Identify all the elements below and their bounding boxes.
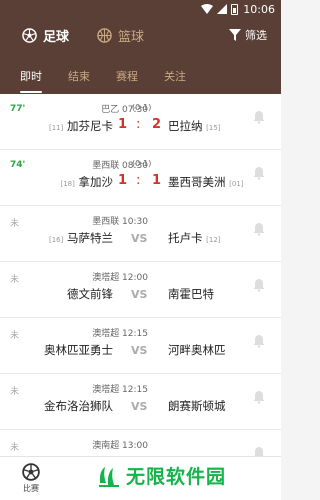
football-icon <box>22 463 40 481</box>
basketball-icon <box>97 27 112 43</box>
sport-label: 足球 <box>43 29 70 45</box>
away-team-name: 墨西哥美洲 <box>168 175 226 189</box>
bell-icon[interactable] <box>253 166 265 180</box>
home-team: [11] 加芬尼卡 <box>0 118 113 134</box>
match-row[interactable]: 未 澳塔超 12:15 金布洛治狮队 VS 朗赛斯顿城 <box>0 374 281 430</box>
watermark-logo-icon <box>99 466 119 487</box>
tab-followed[interactable]: 关注 <box>151 68 199 90</box>
match-row[interactable]: 77' 巴乙 07:30 (0-1) [11] 加芬尼卡 1 : 2 巴拉纳 [… <box>0 94 281 150</box>
nav-matches[interactable]: 比赛 <box>16 463 46 494</box>
away-score: 2 <box>152 117 162 132</box>
home-team-name: 马萨特兰 <box>67 231 113 245</box>
match-row[interactable]: 未 澳塔超 12:00 德文前锋 VS 南霍巴特 <box>0 262 281 318</box>
nav-label: 比赛 <box>23 484 39 493</box>
header: 10:06 足球 篮球 筛选 即时 结束 赛程 关注 <box>0 0 281 94</box>
sport-tab-football[interactable]: 足球 <box>22 26 69 45</box>
league-time: 墨西联 10:30 <box>92 217 148 227</box>
score-separator: : <box>136 117 141 132</box>
home-team: 德文前锋 <box>67 287 113 301</box>
home-team: [18] 拿加沙 <box>0 174 113 190</box>
away-score: 1 <box>152 173 162 188</box>
home-team: [16] 马萨特兰 <box>0 230 113 246</box>
match-row[interactable]: 74' 墨西联 08:30 (0-1) [18] 拿加沙 1 : 1 墨西哥美洲… <box>0 150 281 206</box>
home-score: 1 <box>118 117 128 132</box>
league-time: 澳塔超 12:15 <box>92 385 148 395</box>
sport-label: 篮球 <box>118 29 145 45</box>
watermark: 无限软件园 <box>96 462 226 489</box>
league-time: 巴乙 07:30 <box>101 105 148 115</box>
bell-icon[interactable] <box>253 222 265 236</box>
away-team-name: 巴拉纳 <box>168 119 203 133</box>
match-row[interactable]: 未 澳塔超 12:15 奥林匹亚勇士 VS 河畔奥林匹 <box>0 318 281 374</box>
away-team: 巴拉纳 [15] <box>168 118 221 134</box>
status-bar: 10:06 <box>0 0 281 18</box>
home-score: 1 <box>118 173 128 188</box>
sport-tab-basketball[interactable]: 篮球 <box>97 26 144 45</box>
home-rank: [11] <box>48 124 64 132</box>
half-time-score: (0-1) <box>132 159 152 168</box>
tab-schedule[interactable]: 赛程 <box>103 68 151 90</box>
bell-icon[interactable] <box>253 278 265 292</box>
tab-live[interactable]: 即时 <box>7 68 55 93</box>
bell-icon[interactable] <box>253 110 265 124</box>
football-icon <box>22 27 37 43</box>
versus-label: VS <box>131 344 148 357</box>
away-team-name: 托卢卡 <box>168 231 203 245</box>
score-separator: : <box>136 173 141 188</box>
league-time: 澳塔超 12:15 <box>92 329 148 339</box>
away-team: 托卢卡 [12] <box>168 230 221 246</box>
filter-icon <box>229 29 241 41</box>
versus-label: VS <box>131 400 148 413</box>
versus-label: VS <box>131 232 148 245</box>
match-tabs: 即时 结束 赛程 关注 <box>0 68 281 93</box>
away-team: 河畔奥林匹 <box>168 343 226 357</box>
away-team: 墨西哥美洲 [01] <box>168 174 244 190</box>
home-team: 金布洛治狮队 <box>44 399 113 413</box>
home-team-name: 加芬尼卡 <box>67 119 113 133</box>
home-team-name: 拿加沙 <box>78 175 114 189</box>
home-rank: [16] <box>48 236 64 244</box>
tab-finished[interactable]: 结束 <box>55 68 103 90</box>
bell-icon[interactable] <box>253 334 265 348</box>
league-time: 澳南超 13:00 <box>92 441 148 451</box>
watermark-text: 无限软件园 <box>126 466 227 488</box>
half-time-score: (0-1) <box>132 103 152 112</box>
home-rank: [18] <box>60 180 75 188</box>
away-team: 朗赛斯顿城 <box>168 399 226 413</box>
league-time: 澳塔超 12:00 <box>92 273 148 283</box>
filter-label: 筛选 <box>245 29 267 42</box>
away-rank: [12] <box>206 236 221 244</box>
battery-icon <box>231 3 239 15</box>
bell-icon[interactable] <box>253 390 265 404</box>
league-time: 墨西联 08:30 <box>92 161 148 171</box>
status-time: 10:06 <box>243 2 275 16</box>
signal-icon <box>217 4 228 14</box>
home-team: 奥林匹亚勇士 <box>44 343 113 357</box>
away-rank: [15] <box>206 124 221 132</box>
away-team: 南霍巴特 <box>168 287 214 301</box>
filter-button[interactable]: 筛选 <box>229 27 267 43</box>
versus-label: VS <box>131 288 148 301</box>
match-list: 77' 巴乙 07:30 (0-1) [11] 加芬尼卡 1 : 2 巴拉纳 [… <box>0 94 281 486</box>
wifi-icon <box>201 4 214 14</box>
match-row[interactable]: 未 墨西联 10:30 [16] 马萨特兰 VS 托卢卡 [12] <box>0 206 281 262</box>
away-rank: [01] <box>229 180 244 188</box>
